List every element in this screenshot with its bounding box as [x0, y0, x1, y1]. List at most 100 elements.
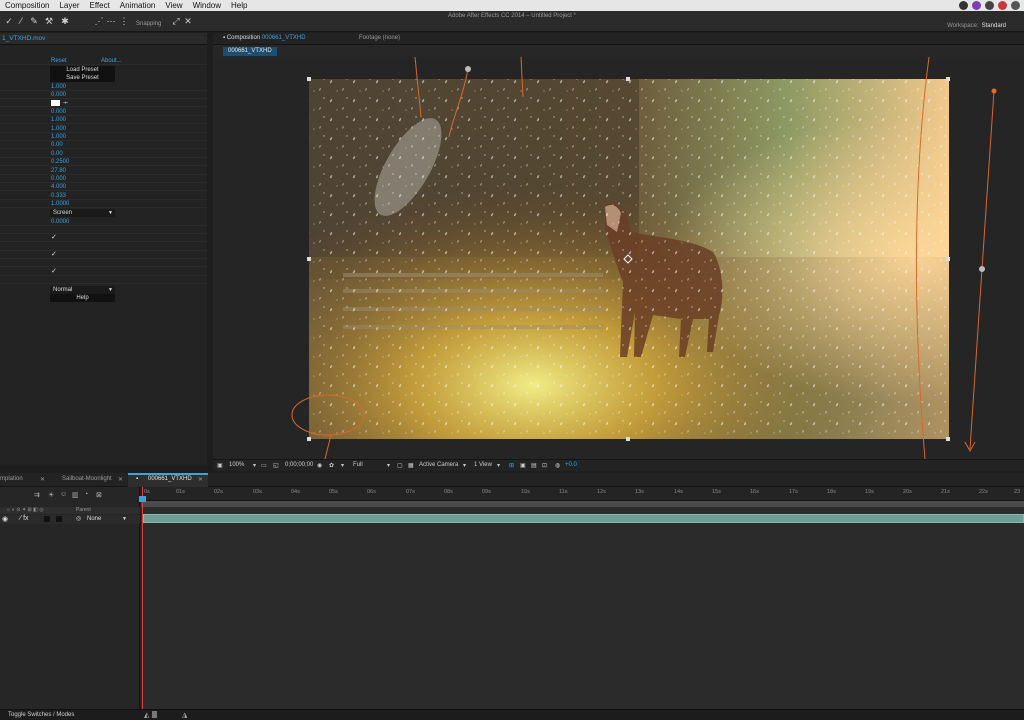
about-link[interactable]: About... — [101, 57, 122, 65]
resolution-arrow-icon[interactable]: ▾ — [387, 462, 390, 469]
load-preset-button[interactable]: Load Preset — [50, 66, 115, 74]
axis-view-icon[interactable]: ⋮ — [119, 16, 129, 26]
channel-dropdown-arrow-icon[interactable]: ▾ — [341, 462, 344, 469]
show-channel-icon[interactable]: ✿ — [329, 462, 334, 469]
snapping-label[interactable]: Snapping — [136, 21, 161, 27]
camera-dropdown[interactable]: Active Camera — [419, 462, 458, 468]
lock-icon[interactable]: ▪ — [223, 35, 225, 41]
view-layout-dropdown[interactable]: 1 View — [474, 462, 492, 468]
region-of-interest-icon[interactable]: ▢ — [397, 462, 403, 469]
snap-expand-icon[interactable]: ⤢ — [171, 16, 181, 26]
menu-window[interactable]: Window — [188, 0, 226, 11]
ec-value[interactable]: 0.333 — [51, 192, 66, 200]
timeline-tab-2[interactable]: Sailboat-Moonlight — [62, 476, 112, 482]
eyedropper-icon[interactable]: ⤞ — [63, 99, 68, 107]
menu-composition[interactable]: Composition — [0, 0, 54, 11]
tray-icon-2[interactable] — [972, 1, 981, 10]
effect-controls-tab[interactable]: 1_VTXHD.mov — [0, 33, 207, 45]
snap-feather-icon[interactable]: ✕ — [183, 16, 193, 26]
axis-world-icon[interactable]: ⋯ — [106, 16, 116, 26]
layer-switch-box[interactable] — [44, 516, 50, 522]
menu-view[interactable]: View — [160, 0, 187, 11]
layer-row[interactable]: ◉ ⁄ fx ◎ None ▼ — [0, 515, 140, 524]
clone-tool-icon[interactable]: ⚒ — [44, 16, 54, 26]
parent-dropdown[interactable]: None — [87, 516, 101, 522]
layer-duration-bar[interactable] — [143, 514, 1024, 523]
composition-viewer[interactable] — [213, 57, 1024, 459]
ec-value[interactable]: 1.0000 — [51, 200, 69, 208]
ec-value[interactable]: 0.000 — [51, 91, 66, 99]
zoom-dropdown[interactable]: 100% — [229, 462, 244, 468]
checkbox-checked[interactable]: ✓ — [51, 234, 57, 242]
blend-mode-dropdown[interactable]: Screen — [50, 209, 115, 217]
view-arrow-icon[interactable]: ▾ — [497, 462, 500, 469]
time-ruler[interactable]: 0s 01s 02s 03s 04s 05s 06s 07s 08s 09s 1… — [141, 487, 1024, 501]
close-icon[interactable]: ✕ — [118, 476, 123, 483]
camera-arrow-icon[interactable]: ▾ — [463, 462, 466, 469]
camera-snapshot-icon[interactable]: ◉ — [317, 462, 322, 469]
timeline-tab-active[interactable]: ▪ 000661_VTXHD ✕ — [128, 473, 208, 487]
frame-blending-icon[interactable]: ▥ — [72, 491, 79, 499]
zoom-in-icon[interactable]: ◮ — [182, 711, 187, 719]
timeline-track-area[interactable]: 0s 01s 02s 03s 04s 05s 06s 07s 08s 09s 1… — [139, 487, 1024, 709]
motion-blur-icon[interactable]: ◔ — [84, 491, 88, 498]
ec-value[interactable]: 1.000 — [51, 133, 66, 141]
ec-value[interactable]: 0.000 — [51, 175, 66, 183]
exposure-value[interactable]: +0.0 — [565, 462, 577, 468]
timeline-tab-1[interactable]: mplation — [0, 476, 23, 482]
ec-value[interactable]: 0.2500 — [51, 158, 69, 166]
toggle-switches-modes-button[interactable]: Toggle Switches / Modes — [8, 712, 74, 718]
zoom-slider-handle[interactable] — [152, 711, 157, 718]
visibility-eye-icon[interactable]: ◉ — [2, 515, 8, 523]
help-button[interactable]: Help — [50, 294, 115, 302]
exposure-reset-icon[interactable]: ◍ — [555, 462, 560, 469]
parent-dropdown-arrow-icon[interactable]: ▼ — [122, 516, 127, 522]
ec-value[interactable]: 1.000 — [51, 125, 66, 133]
checkbox-checked[interactable]: ✓ — [51, 268, 57, 276]
magnification-icon[interactable]: ▣ — [217, 462, 223, 469]
toggle-pixel-aspect-icon[interactable]: ⊞ — [509, 462, 514, 469]
timecode[interactable]: 0;00;00;00 — [285, 462, 313, 468]
timeline-icon[interactable]: ▤ — [531, 462, 537, 469]
tray-icon-1[interactable] — [959, 1, 968, 10]
composition-tab[interactable]: ▪ Composition 000661_VTXHD — [223, 35, 306, 41]
ec-value[interactable]: 1.000 — [51, 83, 66, 91]
tray-icon-5[interactable] — [1011, 1, 1020, 10]
resolution-dropdown[interactable]: Full — [353, 462, 363, 468]
ec-value[interactable]: 0.0000 — [51, 218, 69, 226]
layer-switch-box[interactable] — [56, 516, 62, 522]
playhead-handle[interactable] — [139, 496, 146, 502]
ec-value[interactable]: 4.000 — [51, 183, 66, 191]
ec-value[interactable]: 0.00 — [51, 141, 63, 149]
snapshot-icon[interactable]: ◱ — [273, 462, 279, 469]
zoom-out-icon[interactable]: ◭ — [144, 711, 149, 719]
shy-icon[interactable]: ☺ — [60, 491, 67, 498]
current-time-indicator[interactable] — [139, 487, 146, 709]
close-icon[interactable]: ✕ — [198, 476, 203, 483]
puppet-tool-icon[interactable]: ✱ — [60, 16, 70, 26]
safe-margins-icon[interactable]: ▭ — [261, 462, 267, 469]
menu-layer[interactable]: Layer — [54, 0, 84, 11]
mode-dropdown[interactable]: Normal — [50, 286, 115, 294]
fast-previews-icon[interactable]: ▣ — [520, 462, 526, 469]
zoom-dropdown-arrow-icon[interactable]: ▾ — [253, 462, 256, 469]
reset-link[interactable]: Reset — [51, 57, 67, 65]
save-preset-button[interactable]: Save Preset — [50, 74, 115, 82]
axis-local-icon[interactable]: ⋰ — [94, 16, 104, 26]
brush-tool-icon[interactable]: ✎ — [29, 16, 39, 26]
draft-3d-icon[interactable]: ☀ — [48, 491, 54, 499]
workspace-selector[interactable]: Workspace: Standard — [947, 23, 1006, 29]
work-area-bar[interactable] — [141, 501, 1024, 507]
menu-help[interactable]: Help — [226, 0, 252, 11]
flowchart-icon[interactable]: ⊡ — [542, 462, 547, 469]
ec-value[interactable]: 0.00 — [51, 150, 63, 158]
tray-icon-4[interactable] — [998, 1, 1007, 10]
color-swatch[interactable] — [51, 100, 60, 106]
ec-value[interactable]: 27.80 — [51, 167, 66, 175]
ec-value[interactable]: 1.000 — [51, 116, 66, 124]
layer-switches-icon[interactable]: ⁄ fx — [20, 515, 29, 522]
comp-mini-flowchart-icon[interactable]: ⇉ — [34, 491, 40, 499]
text-tool-icon[interactable]: ⁄ — [16, 16, 26, 26]
menu-effect[interactable]: Effect — [84, 0, 114, 11]
graph-editor-icon[interactable]: ⊠ — [96, 491, 102, 499]
